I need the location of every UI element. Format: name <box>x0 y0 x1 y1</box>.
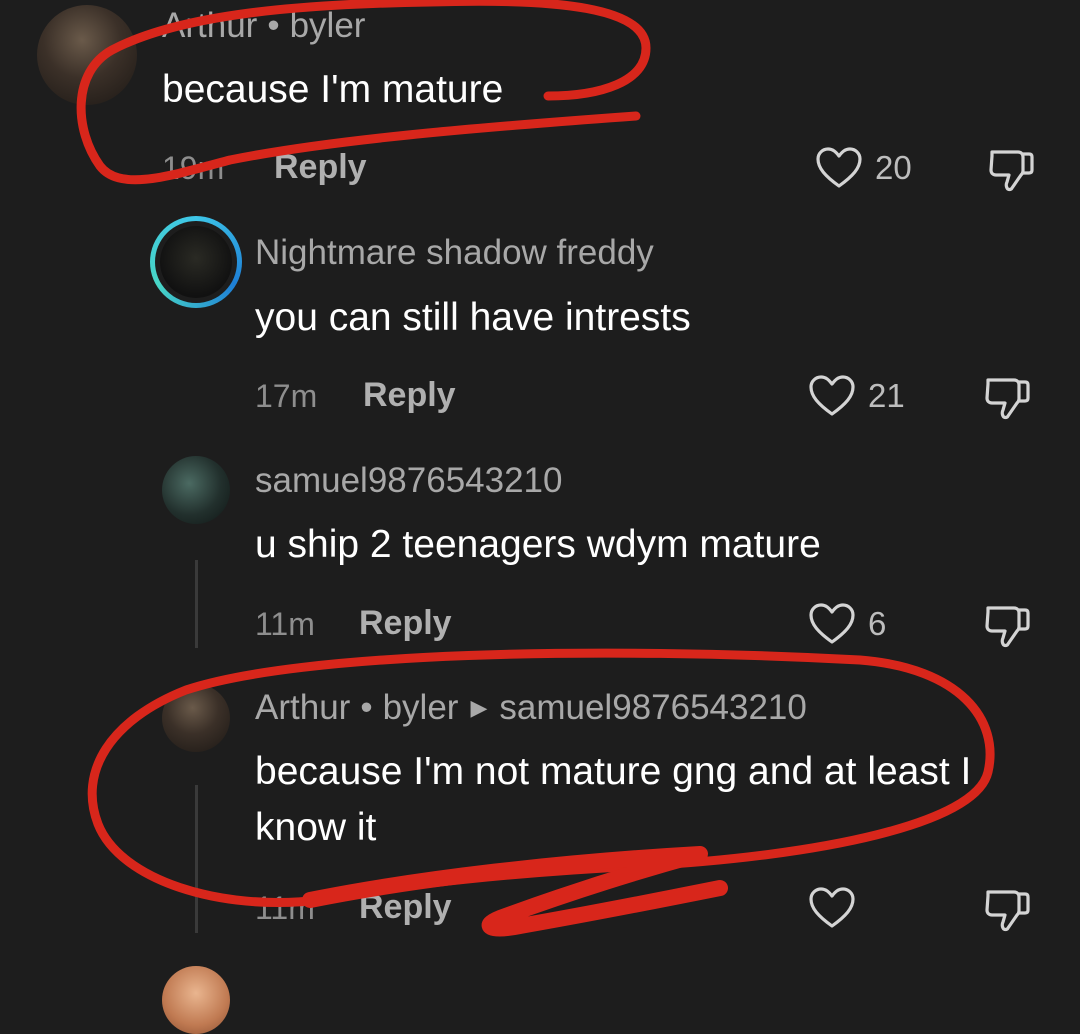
comment-time: 19m <box>162 150 225 186</box>
triangle-right-icon: ▶ <box>470 695 488 720</box>
comment-text: you can still have intrests <box>255 296 691 339</box>
heart-outline-icon <box>809 887 855 928</box>
comment-text: because I'm not mature gng and at least … <box>255 750 972 849</box>
reply-button[interactable]: Reply <box>359 604 452 643</box>
thumbs-down-icon <box>989 150 1034 192</box>
comment-username[interactable]: samuel9876543210 <box>255 461 562 501</box>
avatar-arthur[interactable] <box>162 684 230 752</box>
comment-time: 11m <box>255 606 315 642</box>
like-button[interactable] <box>808 886 868 930</box>
comment-time: 17m <box>255 378 318 414</box>
dislike-button[interactable] <box>982 884 1032 939</box>
avatar-nightmare <box>160 226 232 298</box>
comment-time: 11m <box>255 890 315 926</box>
dislike-button[interactable] <box>982 600 1032 655</box>
reply-button[interactable]: Reply <box>359 888 452 927</box>
like-count: 6 <box>868 605 887 642</box>
thread-line <box>195 785 198 933</box>
username-text: Arthur <box>255 688 351 727</box>
comment-username[interactable]: Arthur • byler <box>162 6 365 46</box>
thumbs-down-icon <box>985 606 1030 648</box>
like-count: 20 <box>875 149 912 186</box>
avatar-arthur[interactable] <box>37 5 137 105</box>
heart-outline-icon <box>816 147 862 188</box>
reply-button[interactable]: Reply <box>363 376 456 415</box>
avatar-story-ring[interactable] <box>150 216 242 308</box>
username-suffix: byler <box>289 6 366 45</box>
heart-outline-icon <box>809 603 855 644</box>
dislike-button[interactable] <box>982 372 1032 427</box>
username-text: Arthur <box>162 6 258 45</box>
username-suffix: byler <box>382 688 459 727</box>
comment-text: because I'm mature <box>162 68 504 111</box>
heart-outline-icon <box>809 375 855 416</box>
thumbs-down-icon <box>985 378 1030 420</box>
username-dot: • <box>360 688 373 727</box>
thumbs-down-icon <box>985 890 1030 932</box>
username-dot: • <box>267 6 280 45</box>
reply-button[interactable]: Reply <box>274 148 367 187</box>
like-button[interactable]: 20 <box>815 146 912 190</box>
like-button[interactable]: 6 <box>808 602 886 646</box>
like-button[interactable]: 21 <box>808 374 905 418</box>
thread-line <box>195 560 198 648</box>
reply-to-username: samuel9876543210 <box>499 688 807 727</box>
comment-username[interactable]: Nightmare shadow freddy <box>255 233 654 273</box>
avatar-next-comment[interactable] <box>162 966 230 1034</box>
avatar-samuel[interactable] <box>162 456 230 524</box>
dislike-button[interactable] <box>986 144 1036 199</box>
comment-text: u ship 2 teenagers wdym mature <box>255 523 821 566</box>
comment-username[interactable]: Arthur • byler ▶ samuel9876543210 <box>255 688 807 728</box>
like-count: 21 <box>868 377 905 414</box>
